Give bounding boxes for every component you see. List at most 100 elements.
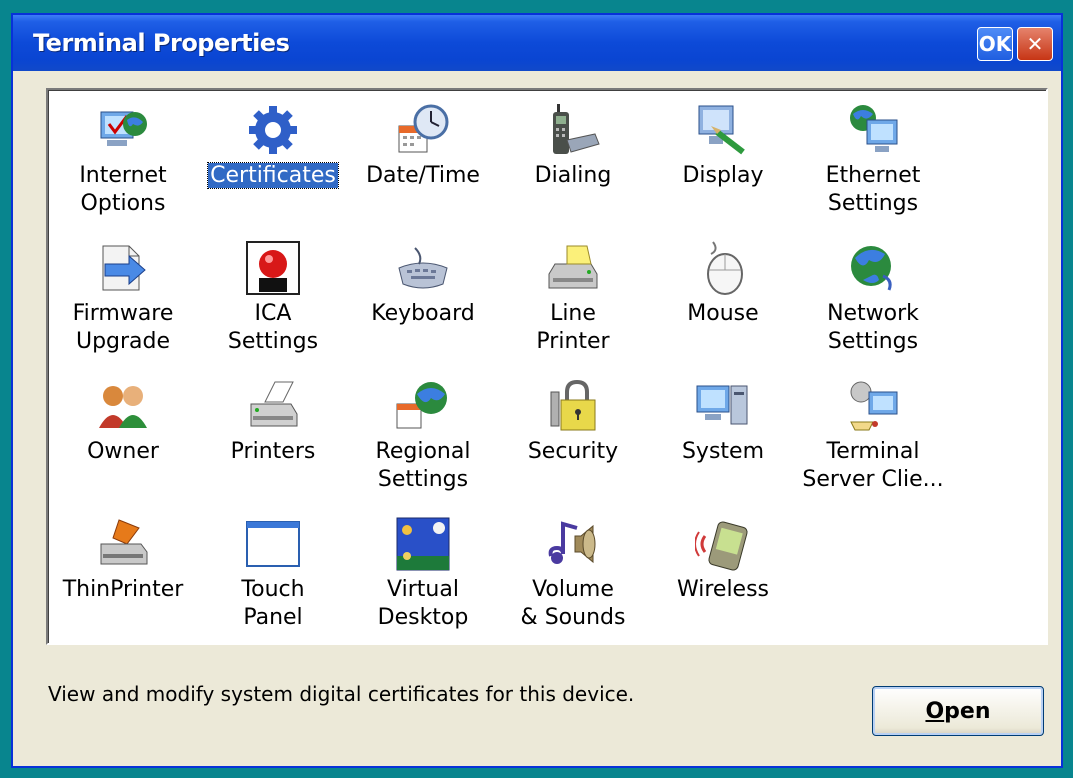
item-label: Regional Settings (348, 438, 498, 494)
control-panel-item[interactable]: Security (498, 378, 648, 508)
item-label-text: Firmware Upgrade (72, 301, 174, 354)
item-label-text: Volume & Sounds (520, 577, 626, 630)
control-panel-item[interactable]: Ethernet Settings (798, 102, 948, 232)
item-label: Mouse (648, 300, 798, 328)
control-panel-item[interactable]: Mouse (648, 240, 798, 370)
wireless-icon (694, 516, 751, 572)
control-panel-item[interactable]: System (648, 378, 798, 508)
item-label: Network Settings (798, 300, 948, 356)
control-panel-item[interactable]: Owner (48, 378, 198, 508)
item-label: Printers (198, 438, 348, 466)
control-panel-item[interactable]: ThinPrinter (48, 516, 198, 646)
certificates-icon (245, 102, 301, 158)
item-label-text: Certificates (207, 162, 339, 189)
item-label: Dialing (498, 162, 648, 190)
item-label-text: Display (682, 163, 764, 188)
item-label: Keyboard (348, 300, 498, 328)
control-panel-item[interactable]: Virtual Desktop (348, 516, 498, 646)
item-label-text: Dialing (534, 163, 612, 188)
item-label-text: Ethernet Settings (825, 163, 921, 216)
control-panel-item[interactable]: Network Settings (798, 240, 948, 370)
date-time-icon (395, 102, 451, 158)
item-label-text: ThinPrinter (62, 577, 184, 602)
window-title: Terminal Properties (33, 29, 290, 57)
open-label-rest: pen (944, 698, 991, 724)
title-bar[interactable]: Terminal Properties OK ✕ (13, 15, 1061, 71)
open-mnemonic: O (925, 698, 945, 724)
keyboard-icon (395, 240, 451, 296)
status-description: View and modify system digital certifica… (48, 682, 635, 706)
dialing-icon (545, 102, 601, 158)
thinprinter-icon (95, 516, 151, 572)
ok-button[interactable]: OK (977, 27, 1013, 61)
control-panel-item[interactable]: Printers (198, 378, 348, 508)
item-label-text: Line Printer (536, 301, 610, 354)
display-icon (695, 102, 751, 158)
open-button[interactable]: Open (872, 686, 1044, 736)
control-panel-item[interactable]: ICA Settings (198, 240, 348, 370)
control-panel-item[interactable]: Touch Panel (198, 516, 348, 646)
item-label-text: Regional Settings (375, 439, 471, 492)
item-label: ICA Settings (198, 300, 348, 356)
ica-settings-icon (245, 240, 301, 296)
item-label: Ethernet Settings (798, 162, 948, 218)
mouse-icon (695, 240, 751, 296)
control-panel-list: Internet Options Certificates Date/Time Dial… (46, 88, 1048, 645)
item-label-text: Internet Options (79, 163, 167, 216)
item-label-text: Terminal Server Clie... (802, 439, 944, 492)
item-label-text: Printers (230, 439, 316, 464)
item-label-text: Keyboard (371, 301, 475, 326)
item-label-text: Date/Time (366, 163, 480, 188)
item-label: Touch Panel (198, 576, 348, 632)
volume-sounds-icon (545, 516, 601, 572)
control-panel-item[interactable]: Keyboard (348, 240, 498, 370)
item-label: ThinPrinter (48, 576, 198, 604)
item-label: Security (498, 438, 648, 466)
network-settings-icon (845, 240, 901, 296)
control-panel-item[interactable]: Terminal Server Clie... (798, 378, 948, 508)
control-panel-item[interactable]: Regional Settings (348, 378, 498, 508)
item-label: Volume & Sounds (498, 576, 648, 632)
close-button[interactable]: ✕ (1017, 27, 1053, 61)
regional-settings-icon (395, 378, 451, 434)
control-panel-item[interactable]: Line Printer (498, 240, 648, 370)
ethernet-settings-icon (845, 102, 901, 158)
item-label-text: Virtual Desktop (377, 577, 469, 630)
terminal-server-client-icon (845, 378, 901, 434)
control-panel-item[interactable]: Dialing (498, 102, 648, 232)
owner-icon (95, 378, 151, 434)
control-panel-item[interactable]: Firmware Upgrade (48, 240, 198, 370)
printers-icon (245, 378, 301, 434)
item-label: Internet Options (48, 162, 198, 218)
item-label-text: Network Settings (827, 301, 919, 354)
control-panel-item[interactable]: Internet Options (48, 102, 198, 232)
item-label-text: ICA Settings (227, 301, 319, 354)
item-label: Virtual Desktop (348, 576, 498, 632)
control-panel-item[interactable]: Display (648, 102, 798, 232)
item-label-text: Owner (87, 439, 159, 464)
item-label: Wireless (648, 576, 798, 604)
touch-panel-icon (245, 516, 301, 572)
control-panel-item[interactable]: Volume & Sounds (498, 516, 648, 646)
item-label: Firmware Upgrade (48, 300, 198, 356)
line-printer-icon (545, 240, 601, 296)
item-label: Terminal Server Clie... (798, 438, 948, 494)
terminal-properties-window: Terminal Properties OK ✕ Internet Options… (11, 13, 1063, 768)
control-panel-item[interactable]: Certificates (198, 102, 348, 232)
system-icon (695, 378, 751, 434)
item-label: Certificates (198, 162, 348, 190)
firmware-upgrade-icon (95, 240, 151, 296)
item-label-text: Security (527, 439, 619, 464)
item-label-text: System (681, 439, 765, 464)
item-label: Date/Time (348, 162, 498, 190)
desktop-background: Terminal Properties OK ✕ Internet Options… (0, 0, 1073, 778)
control-panel-item[interactable]: Date/Time (348, 102, 498, 232)
item-label-text: Touch Panel (241, 577, 305, 630)
virtual-desktop-icon (395, 516, 451, 572)
control-panel-item[interactable]: Wireless (648, 516, 798, 646)
item-label: Display (648, 162, 798, 190)
item-label: Owner (48, 438, 198, 466)
security-icon (545, 378, 601, 434)
item-label: Line Printer (498, 300, 648, 356)
internet-options-icon (95, 102, 151, 158)
